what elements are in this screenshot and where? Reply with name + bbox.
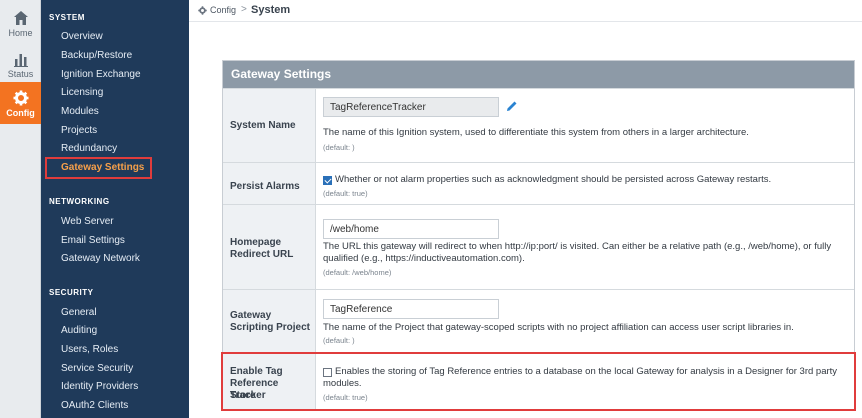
setting-description: Whether or not alarm properties such as … xyxy=(335,174,772,185)
setting-default: (default: /web/home) xyxy=(323,268,392,277)
sidebar-item-email-settings[interactable]: Email Settings xyxy=(61,235,125,246)
sidebar-item-web-server[interactable]: Web Server xyxy=(61,216,114,227)
setting-description-line: qualified (e.g., https://inductiveautoma… xyxy=(323,253,525,264)
setting-row-homepage-redirect-url: Homepage Redirect URL /web/home The URL … xyxy=(223,204,854,289)
setting-label-cell: System Name xyxy=(223,89,316,162)
sidebar-item-overview[interactable]: Overview xyxy=(61,31,103,42)
setting-label-line: Redirect URL xyxy=(230,249,294,260)
setting-default: (default: ) xyxy=(323,143,355,152)
setting-label: System Name xyxy=(230,120,296,131)
pencil-edit-icon[interactable] xyxy=(506,100,518,112)
sidebar-item-service-security[interactable]: Service Security xyxy=(61,363,133,374)
setting-label-line: Gateway xyxy=(230,310,272,321)
sidebar-item-general[interactable]: General xyxy=(61,307,97,318)
sidebar-item-licensing[interactable]: Licensing xyxy=(61,87,103,98)
setting-description: The name of this Ignition system, used t… xyxy=(323,127,749,138)
setting-label-line: Scripting Project xyxy=(230,322,311,333)
setting-description-line: The URL this gateway will redirect to wh… xyxy=(323,241,832,252)
rail-status-label: Status xyxy=(7,69,34,79)
sidebar-highlight-annotation xyxy=(45,157,152,179)
sidebar-item-modules[interactable]: Modules xyxy=(61,106,99,117)
section-title-security: SECURITY xyxy=(49,288,94,297)
section-title-system: SYSTEM xyxy=(49,13,85,22)
rail-config[interactable]: Config xyxy=(0,82,41,124)
setting-default: (default: ) xyxy=(323,336,355,345)
sidebar-item-identity-providers[interactable]: Identity Providers xyxy=(61,381,138,392)
sidebar-item-projects[interactable]: Projects xyxy=(61,125,97,136)
icon-rail: Home Status Config xyxy=(0,0,41,418)
home-icon xyxy=(13,11,28,25)
homepage-url-input[interactable]: /web/home xyxy=(323,219,499,239)
rail-home-label: Home xyxy=(8,28,33,38)
sidebar: SYSTEM Overview Backup/Restore Ignition … xyxy=(41,0,189,418)
setting-row-persist-alarms: Persist Alarms Whether or not alarm prop… xyxy=(223,162,854,204)
setting-default: (default: true) xyxy=(323,189,368,198)
bar-chart-icon xyxy=(13,54,28,67)
sidebar-item-oauth2-clients[interactable]: OAuth2 Clients xyxy=(61,400,128,411)
rail-home[interactable]: Home xyxy=(0,4,41,44)
setting-label-cell: Homepage Redirect URL xyxy=(223,205,316,289)
row-highlight-annotation xyxy=(221,352,856,411)
rail-status[interactable]: Status xyxy=(0,45,41,85)
breadcrumb: Config > System xyxy=(189,0,862,22)
setting-label-cell: Gateway Scripting Project xyxy=(223,290,316,353)
setting-label: Persist Alarms xyxy=(230,181,300,192)
breadcrumb-current: System xyxy=(251,4,291,16)
sidebar-item-backup-restore[interactable]: Backup/Restore xyxy=(61,50,132,61)
sidebar-item-gateway-network[interactable]: Gateway Network xyxy=(61,253,140,264)
sidebar-item-ignition-exchange[interactable]: Ignition Exchange xyxy=(61,69,141,80)
rail-config-label: Config xyxy=(6,108,35,118)
sidebar-item-redundancy[interactable]: Redundancy xyxy=(61,143,117,154)
setting-description: The name of the Project that gateway-sco… xyxy=(323,322,794,333)
panel-title: Gateway Settings xyxy=(223,61,854,88)
scripting-project-input[interactable]: TagReference xyxy=(323,299,499,319)
setting-label-cell: Persist Alarms xyxy=(223,163,316,204)
section-title-networking: NETWORKING xyxy=(49,197,110,206)
persist-alarms-checkbox[interactable] xyxy=(323,176,332,185)
gear-icon xyxy=(198,6,207,15)
sidebar-item-users-roles[interactable]: Users, Roles xyxy=(61,344,118,355)
sidebar-item-auditing[interactable]: Auditing xyxy=(61,325,97,336)
gear-icon xyxy=(13,90,28,106)
setting-row-system-name: System Name TagReferenceTracker The name… xyxy=(223,88,854,162)
setting-row-gateway-scripting-project: Gateway Scripting Project TagReference T… xyxy=(223,289,854,353)
breadcrumb-config-link[interactable]: Config xyxy=(210,5,236,15)
system-name-input[interactable]: TagReferenceTracker xyxy=(323,97,499,117)
setting-label-line: Homepage xyxy=(230,237,282,248)
breadcrumb-separator: > xyxy=(241,4,247,15)
